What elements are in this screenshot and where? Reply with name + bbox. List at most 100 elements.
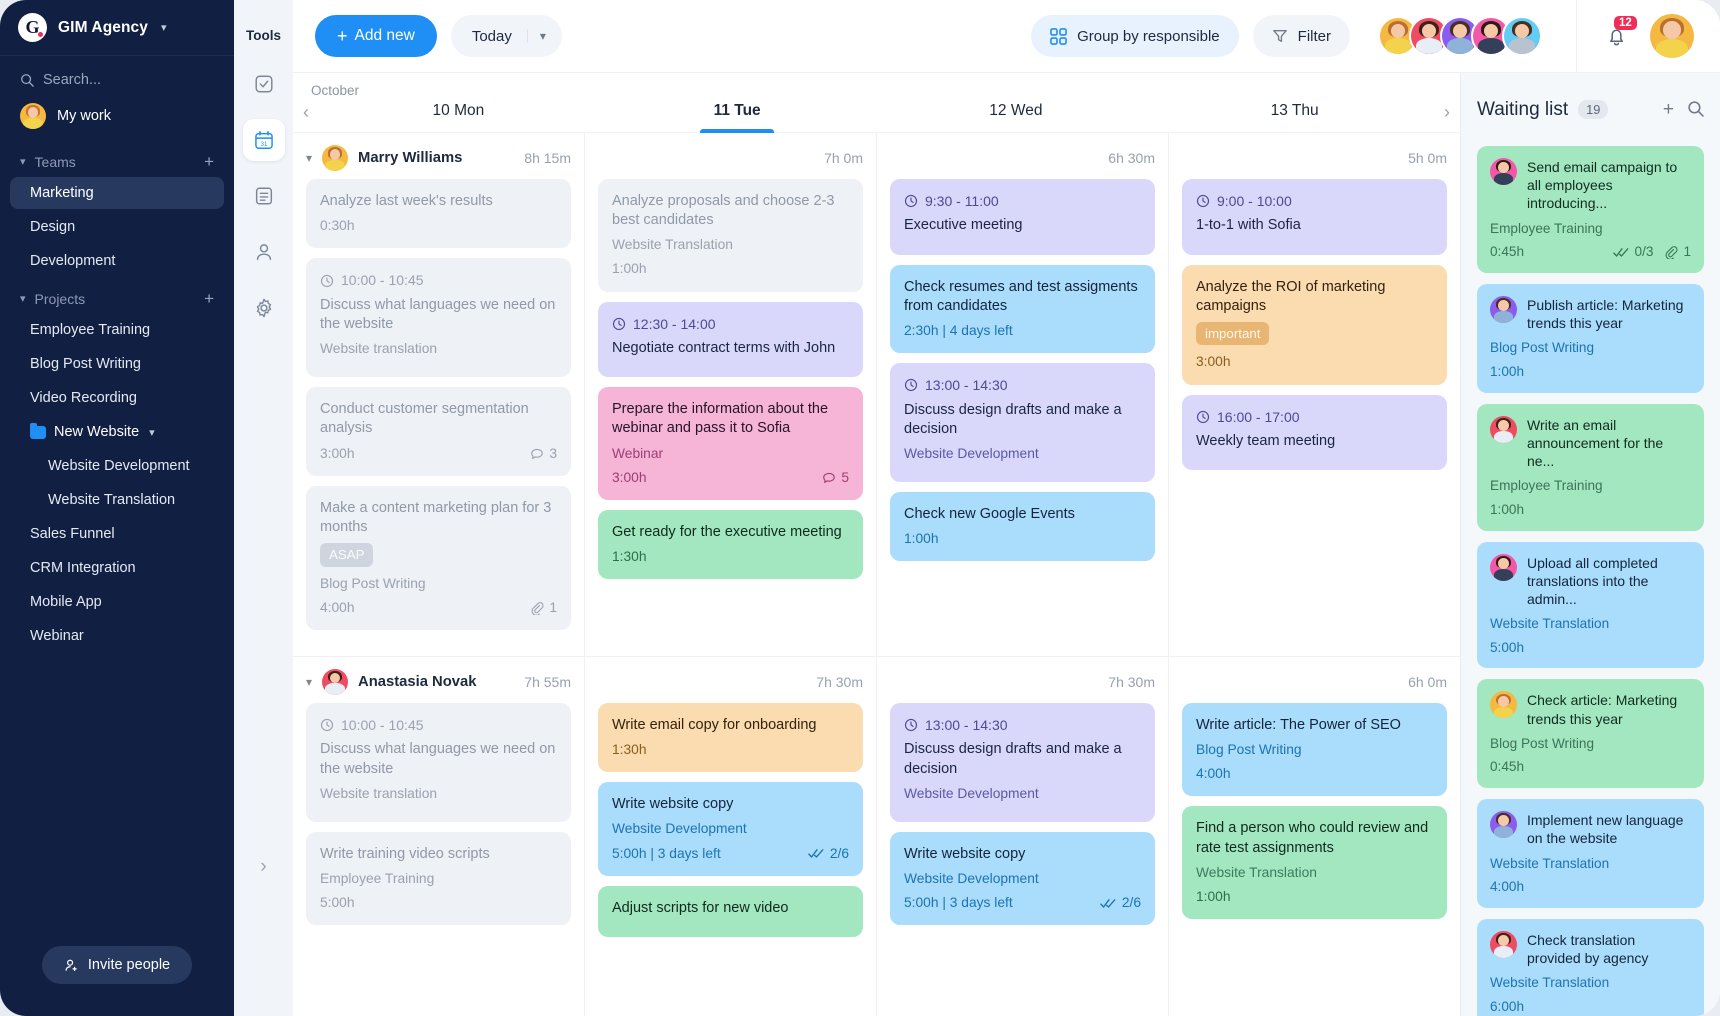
- comment-icon: [531, 448, 544, 459]
- waiting-list-card[interactable]: Send email campaign to all employees int…: [1477, 146, 1704, 273]
- task-card[interactable]: 10:00 - 10:45 Discuss what languages we n…: [306, 702, 571, 822]
- sidebar-item-crm-integration[interactable]: CRM Integration: [10, 552, 224, 584]
- task-card[interactable]: Write training video scripts Employee Tra…: [306, 831, 571, 926]
- sidebar-item-blog-post-writing[interactable]: Blog Post Writing: [10, 348, 224, 380]
- member-avatar-stack[interactable]: [1378, 16, 1542, 56]
- day-total: 6h 30m: [1108, 150, 1155, 166]
- add-waiting-task-icon[interactable]: +: [1663, 100, 1674, 119]
- task-card[interactable]: 16:00 - 17:00 Weekly team meeting: [1182, 394, 1447, 471]
- waiting-list-header: Waiting list 19 +: [1477, 73, 1704, 146]
- avatar: [1490, 295, 1517, 323]
- calendar-header: October ‹ 10 Mon 11 Tue 12 Wed 13 Thu ›: [293, 73, 1460, 133]
- day-header-10-mon[interactable]: 10 Mon: [319, 100, 598, 132]
- task-duration: 0:30h: [320, 218, 355, 234]
- user-avatar[interactable]: [1650, 14, 1694, 58]
- waiting-list-card[interactable]: Implement new language on the website We…: [1477, 799, 1704, 908]
- sidebar-folder-new-website[interactable]: New Website ▾: [10, 416, 224, 448]
- expand-panel-icon[interactable]: ›: [260, 856, 266, 878]
- clock-icon: [612, 317, 626, 330]
- task-card[interactable]: Adjust scripts for new video: [598, 885, 863, 937]
- task-card[interactable]: Write email copy for onboarding 1:30h: [598, 702, 863, 773]
- task-card[interactable]: Check resumes and test assigments from c…: [890, 264, 1155, 354]
- task-card[interactable]: 12:30 - 14:00 Negotiate contract terms wi…: [598, 301, 863, 378]
- waiting-list-card[interactable]: Publish article: Marketing trends this y…: [1477, 283, 1704, 393]
- task-project: Website Translation: [612, 237, 733, 253]
- day-total-header: 6h 30m: [890, 133, 1155, 179]
- task-footer: 1:00h: [612, 260, 849, 278]
- waiting-list-card[interactable]: Write an email announcement for the ne..…: [1477, 403, 1704, 531]
- waiting-list-card[interactable]: Upload all completed translations into t…: [1477, 541, 1704, 669]
- task-card[interactable]: 9:00 - 10:00 1-to-1 with Sofia: [1182, 179, 1447, 255]
- filter-button[interactable]: Filter: [1252, 15, 1350, 57]
- next-day-icon[interactable]: ›: [1434, 100, 1460, 132]
- rail-item-calendar[interactable]: 31: [242, 119, 285, 161]
- task-card[interactable]: Find a person who could review and rate …: [1182, 806, 1447, 920]
- sidebar-item-my-work[interactable]: My work: [0, 96, 234, 141]
- task-card[interactable]: 13:00 - 14:30 Discuss design drafts and m…: [890, 363, 1155, 482]
- sidebar-item-design[interactable]: Design: [10, 211, 224, 243]
- task-subtasks: 2/6: [1100, 894, 1141, 912]
- task-duration: 3:00h: [320, 445, 355, 461]
- waiting-list-card[interactable]: Check article: Marketing trends this yea…: [1477, 679, 1704, 789]
- add-new-button[interactable]: + Add new: [315, 15, 437, 57]
- sidebar-item-mobile-app[interactable]: Mobile App: [10, 586, 224, 618]
- sidebar-item-website-development[interactable]: Website Development: [10, 450, 224, 482]
- prev-day-icon[interactable]: ‹: [293, 100, 319, 132]
- day-header-12-wed[interactable]: 12 Wed: [877, 100, 1156, 132]
- sidebar-item-video-recording[interactable]: Video Recording: [10, 382, 224, 414]
- sidebar-item-marketing[interactable]: Marketing: [10, 177, 224, 209]
- task-card[interactable]: Analyze the ROI of marketing campaigns im…: [1182, 264, 1447, 385]
- search-input[interactable]: Search...: [0, 56, 234, 96]
- org-switcher[interactable]: G GIM Agency ▾: [0, 0, 234, 56]
- invite-people-button[interactable]: Invite people: [41, 946, 193, 984]
- avatar: [322, 668, 349, 695]
- task-card[interactable]: Make a content marketing plan for 3 mont…: [306, 485, 571, 630]
- clock-icon: [320, 719, 334, 732]
- rail-item-notes[interactable]: [243, 175, 285, 217]
- waiting-task-project: Website Translation: [1490, 855, 1610, 871]
- task-card[interactable]: Get ready for the executive meeting 1:30h: [598, 509, 863, 580]
- notifications-button[interactable]: 12: [1605, 15, 1637, 48]
- task-card[interactable]: Check new Google Events 1:00h: [890, 491, 1155, 562]
- rail-item-tasks[interactable]: [243, 63, 285, 105]
- teams-section-header[interactable]: ▾ Teams +: [0, 141, 234, 176]
- toolbar-right: 12: [1576, 0, 1720, 72]
- task-card[interactable]: Write website copy Website Development 5:0…: [890, 831, 1155, 926]
- clock-icon: [1196, 410, 1210, 423]
- rail-item-people[interactable]: [243, 231, 285, 273]
- waiting-task-title: Upload all completed translations into t…: [1527, 554, 1658, 607]
- group-person-header[interactable]: ▾ Anastasia Novak 7h 55m: [306, 657, 571, 703]
- day-header-11-tue[interactable]: 11 Tue: [598, 100, 877, 132]
- add-project-icon[interactable]: +: [204, 290, 214, 307]
- tools-title: Tools: [246, 28, 281, 43]
- rail-item-settings[interactable]: [243, 287, 285, 329]
- sidebar-item-development[interactable]: Development: [10, 245, 224, 277]
- task-card[interactable]: Prepare the information about the webina…: [598, 387, 863, 500]
- task-card[interactable]: Analyze last week's results 0:30h: [306, 179, 571, 249]
- today-button[interactable]: Today ▾: [450, 15, 562, 57]
- clock-icon: [904, 379, 918, 392]
- task-duration: 4:00h: [320, 599, 355, 615]
- task-card[interactable]: Write website copy Website Development 5:0…: [598, 782, 863, 876]
- chevron-down-icon[interactable]: ▾: [306, 675, 312, 689]
- task-card[interactable]: 10:00 - 10:45 Discuss what languages we n…: [306, 258, 571, 378]
- sidebar-item-website-translation[interactable]: Website Translation: [10, 484, 224, 516]
- sidebar-item-sales-funnel[interactable]: Sales Funnel: [10, 518, 224, 550]
- task-card[interactable]: Write article: The Power of SEO Blog Post…: [1182, 702, 1447, 797]
- day-header-13-thu[interactable]: 13 Thu: [1155, 100, 1434, 132]
- task-card[interactable]: 9:30 - 11:00 Executive meeting: [890, 179, 1155, 255]
- task-card[interactable]: 13:00 - 14:30 Discuss design drafts and m…: [890, 702, 1155, 822]
- chevron-down-icon[interactable]: ▾: [306, 151, 312, 165]
- group-person-header[interactable]: ▾ Marry Williams 8h 15m: [306, 133, 571, 179]
- task-subtasks: 2/6: [808, 845, 849, 863]
- task-card[interactable]: Analyze proposals and choose 2-3 best ca…: [598, 179, 863, 292]
- add-team-icon[interactable]: +: [204, 153, 214, 170]
- task-card[interactable]: Conduct customer segmentation analysis 3:…: [306, 387, 571, 476]
- sidebar-item-employee-training[interactable]: Employee Training: [10, 314, 224, 346]
- sidebar-item-webinar[interactable]: Webinar: [10, 620, 224, 652]
- waiting-list-card[interactable]: Check translation provided by agency Web…: [1477, 918, 1704, 1016]
- chevron-down-icon[interactable]: ▾: [526, 29, 562, 43]
- group-by-responsible-button[interactable]: Group by responsible: [1031, 15, 1239, 57]
- projects-section-header[interactable]: ▾ Projects +: [0, 278, 234, 313]
- search-icon[interactable]: [1687, 100, 1704, 117]
